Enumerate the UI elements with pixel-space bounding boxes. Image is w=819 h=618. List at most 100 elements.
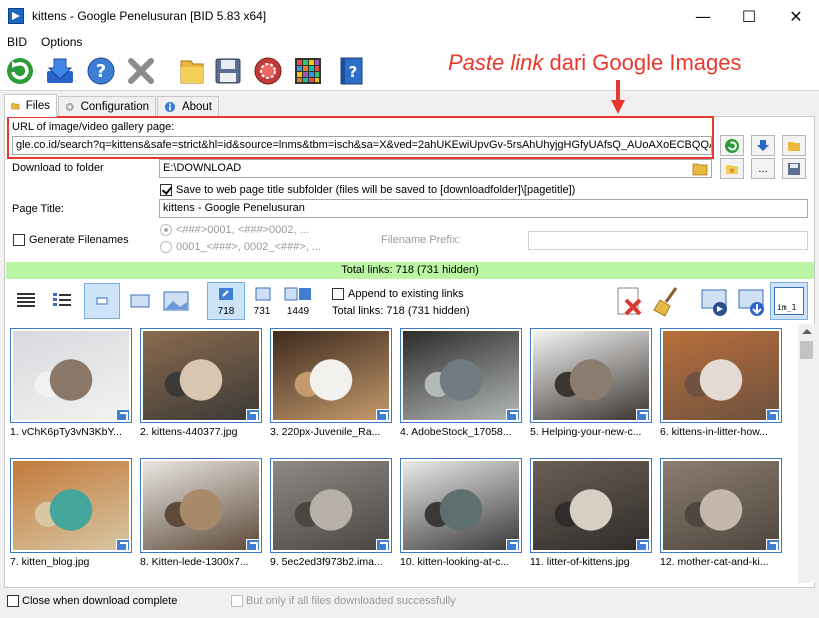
details-view-icon[interactable] bbox=[48, 287, 76, 315]
link-badge-icon bbox=[766, 409, 780, 421]
thumbnail[interactable] bbox=[530, 328, 652, 423]
book-icon[interactable]: ? bbox=[335, 55, 367, 87]
thumbnail-image bbox=[13, 461, 129, 550]
menu-bid[interactable]: BID bbox=[0, 35, 34, 49]
gallery-scrollbar[interactable] bbox=[798, 324, 815, 583]
thumbnail-caption: 8. Kitten-lede-1300x7... bbox=[140, 556, 249, 568]
thumbnail-caption: 10. kitten-looking-at-c... bbox=[400, 556, 510, 568]
thumbnail[interactable] bbox=[400, 458, 522, 553]
generate-filenames-checkbox[interactable] bbox=[13, 234, 25, 246]
annotation-text: Paste link dari Google Images bbox=[448, 50, 742, 76]
gear-icon bbox=[65, 102, 74, 111]
grid-icon[interactable] bbox=[292, 55, 324, 87]
scroll-thumb[interactable] bbox=[800, 341, 813, 359]
large-thumb-icon[interactable] bbox=[158, 283, 194, 319]
save-icon bbox=[788, 162, 800, 175]
save-icon[interactable] bbox=[212, 55, 244, 87]
record-icon[interactable] bbox=[252, 55, 284, 87]
download-selected-icon[interactable] bbox=[698, 284, 732, 318]
tab-configuration[interactable]: Configuration bbox=[58, 96, 156, 116]
url-download-button[interactable] bbox=[751, 135, 775, 156]
folder-favorites-button[interactable] bbox=[720, 158, 744, 179]
page-title-input[interactable]: kittens - Google Penelusuran bbox=[159, 199, 808, 218]
total-links-bar: Total links: 718 (731 hidden) bbox=[6, 262, 814, 279]
thumbnail[interactable] bbox=[660, 458, 782, 553]
image-name-toggle-button[interactable]: im_1 bbox=[770, 282, 808, 320]
minimize-button[interactable]: — bbox=[680, 0, 726, 32]
url-refresh-button[interactable] bbox=[720, 135, 744, 156]
prefix-input[interactable] bbox=[528, 231, 808, 250]
download-icon[interactable] bbox=[44, 55, 76, 87]
refresh-icon[interactable] bbox=[4, 55, 36, 87]
link-badge-icon bbox=[636, 539, 650, 551]
folder-browse-icon[interactable] bbox=[692, 162, 708, 176]
close-when-done-checkbox[interactable] bbox=[7, 595, 19, 607]
pattern1-label: <###>0001, <###>0002, ... bbox=[176, 224, 309, 236]
thumbnail[interactable] bbox=[270, 328, 392, 423]
thumbnail[interactable] bbox=[140, 328, 262, 423]
thumbnail-caption: 5. Helping-your-new-c... bbox=[530, 426, 642, 438]
thumbnail-image bbox=[663, 461, 779, 550]
maximize-button[interactable]: ☐ bbox=[726, 0, 772, 32]
small-thumbs-button[interactable] bbox=[84, 283, 120, 319]
combined-images-icon[interactable] bbox=[284, 286, 312, 304]
thumbnail-caption: 12. mother-cat-and-ki... bbox=[660, 556, 769, 568]
thumbnail[interactable] bbox=[10, 328, 132, 423]
all-images-icon[interactable] bbox=[253, 286, 273, 304]
thumbnail[interactable] bbox=[10, 458, 132, 553]
scroll-up-icon[interactable] bbox=[802, 329, 812, 334]
stop-icon[interactable] bbox=[125, 55, 157, 87]
menu-bar: BID Options bbox=[0, 32, 819, 51]
url-input[interactable]: gle.co.id/search?q=kittens&safe=strict&h… bbox=[12, 136, 712, 155]
close-button[interactable]: ✕ bbox=[773, 0, 819, 32]
tab-files[interactable]: Files bbox=[4, 94, 57, 117]
url-label: URL of image/video gallery page: bbox=[12, 121, 175, 133]
download-all-icon[interactable] bbox=[735, 284, 769, 318]
only-if-success-label: But only if all files downloaded success… bbox=[246, 595, 456, 607]
tab-about[interactable]: About bbox=[157, 96, 219, 116]
tab-configuration-label: Configuration bbox=[80, 100, 149, 113]
list-view-icon[interactable] bbox=[12, 287, 40, 315]
save-subfolder-checkbox[interactable] bbox=[160, 184, 172, 196]
thumbnail-image bbox=[663, 331, 779, 420]
small-thumb-icon bbox=[96, 297, 108, 305]
folder-icon bbox=[788, 141, 800, 151]
thumbnail[interactable] bbox=[400, 328, 522, 423]
folder-input[interactable]: E:\DOWNLOAD bbox=[159, 159, 712, 178]
thumbnail[interactable] bbox=[270, 458, 392, 553]
url-open-button[interactable] bbox=[782, 135, 806, 156]
folder-more-button[interactable]: ... bbox=[751, 158, 775, 179]
download-icon bbox=[757, 139, 769, 151]
only-if-success-checkbox[interactable] bbox=[231, 595, 243, 607]
tab-files-label: Files bbox=[25, 100, 50, 112]
image-name-text: im_1 bbox=[777, 303, 797, 312]
link-badge-icon bbox=[246, 409, 260, 421]
menu-options[interactable]: Options bbox=[34, 35, 89, 49]
link-badge-icon bbox=[246, 539, 260, 551]
broom-icon[interactable] bbox=[650, 284, 684, 318]
svg-text:?: ? bbox=[96, 61, 106, 82]
folder-icon[interactable] bbox=[176, 55, 208, 87]
link-badge-icon bbox=[506, 409, 520, 421]
pattern1-radio[interactable] bbox=[160, 224, 172, 236]
app-icon bbox=[8, 8, 24, 24]
tab-strip: Files Configuration About bbox=[0, 94, 819, 117]
folder-save-button[interactable] bbox=[782, 158, 806, 179]
thumbnail[interactable] bbox=[140, 458, 262, 553]
folder-icon bbox=[11, 103, 20, 110]
medium-thumb-icon[interactable] bbox=[122, 283, 158, 319]
append-checkbox[interactable] bbox=[332, 288, 344, 300]
pattern2-radio[interactable] bbox=[160, 241, 172, 253]
image-name-preview: im_1 bbox=[774, 287, 804, 315]
thumbnail[interactable] bbox=[660, 328, 782, 423]
thumbnail-gallery: 1. vChK6pTy3vN3KbY... 2. kittens-440377.j… bbox=[6, 324, 798, 583]
thumbnail[interactable] bbox=[530, 458, 652, 553]
folder-label: Download to folder bbox=[12, 162, 104, 174]
thumbnail-image bbox=[273, 461, 389, 550]
thumbnail-image bbox=[533, 461, 649, 550]
status-bar: Close when download complete But only if… bbox=[0, 590, 819, 618]
clear-list-icon[interactable] bbox=[612, 284, 646, 318]
tab-about-label: About bbox=[181, 100, 212, 113]
thumbnail-image bbox=[13, 331, 129, 420]
help-icon[interactable]: ? bbox=[85, 55, 117, 87]
